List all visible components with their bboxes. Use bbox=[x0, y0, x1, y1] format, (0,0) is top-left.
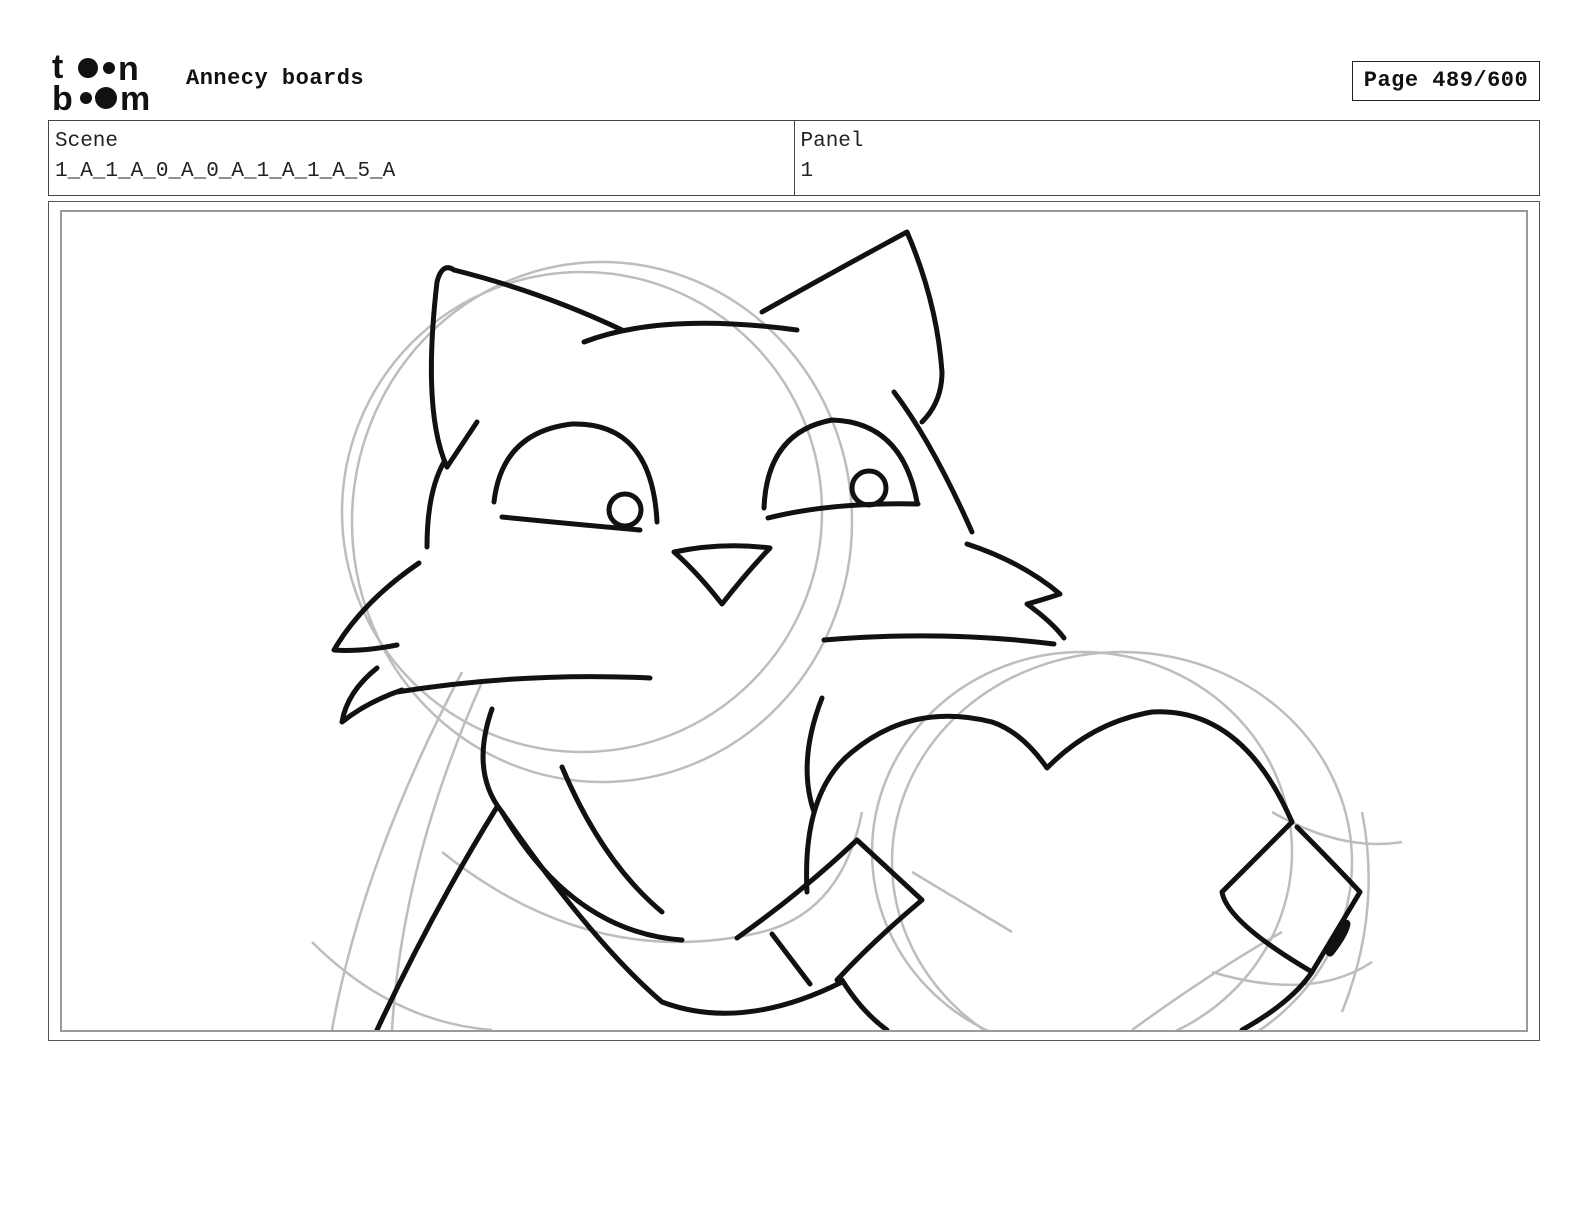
sketch-torso-curve bbox=[441, 811, 864, 944]
right-pupil bbox=[849, 468, 889, 508]
chest-line bbox=[559, 764, 665, 915]
construction-sketch bbox=[311, 260, 1403, 1030]
scene-value: 1_A_1_A_0_A_0_A_1_A_1_A_5_A bbox=[55, 160, 396, 183]
page-indicator: Page 489/600 bbox=[1352, 61, 1540, 101]
right-eye-line bbox=[765, 501, 921, 521]
left-head-side bbox=[424, 459, 447, 550]
sketch-heart-circle-2 bbox=[890, 650, 1354, 1030]
left-eye-lid bbox=[491, 421, 660, 525]
sketch-right-hand-2 bbox=[1211, 960, 1373, 987]
svg-text:b: b bbox=[52, 80, 73, 114]
sketch-arm-curve bbox=[311, 941, 493, 1030]
mouth-line-right bbox=[821, 633, 1057, 647]
right-cheek-fur bbox=[964, 541, 1067, 641]
left-hand-cuff bbox=[769, 931, 813, 987]
left-arm-lower bbox=[839, 977, 890, 1030]
body-left bbox=[374, 804, 500, 1030]
panel-cell: Panel 1 bbox=[793, 121, 1540, 195]
panel-value: 1 bbox=[800, 160, 814, 183]
sketch-heart-circle bbox=[870, 650, 1294, 1030]
ink-lines bbox=[331, 229, 1363, 1030]
left-pupil bbox=[606, 491, 644, 529]
scene-cell: Scene 1_A_1_A_0_A_0_A_1_A_1_A_5_A bbox=[49, 121, 794, 195]
scene-info-table: Scene 1_A_1_A_0_A_0_A_1_A_1_A_5_A Panel … bbox=[48, 120, 1540, 196]
storyboard-panel[interactable] bbox=[60, 210, 1528, 1032]
panel-label: Panel bbox=[800, 130, 864, 153]
left-hand bbox=[734, 837, 925, 983]
scene-label: Scene bbox=[55, 130, 119, 153]
svg-text:m: m bbox=[120, 80, 150, 114]
sketch-hand-line bbox=[911, 870, 1013, 934]
toonboom-logo: t n b m bbox=[52, 48, 164, 118]
lower-arm bbox=[499, 809, 845, 1016]
storyboard-drawing bbox=[311, 229, 1403, 1030]
left-cheek-fur-2 bbox=[339, 665, 405, 725]
nose bbox=[671, 543, 773, 607]
app-title: Annecy boards bbox=[186, 66, 365, 91]
sketch-right-arm-2 bbox=[1131, 930, 1283, 1030]
storyboard-panel-frame bbox=[48, 201, 1540, 1041]
right-eye-lid bbox=[761, 417, 920, 511]
toonboom-logo-mark: t n b m bbox=[52, 48, 150, 118]
mouth-line-left bbox=[394, 674, 653, 695]
left-ear-inner bbox=[444, 419, 480, 470]
sketch-head-circle bbox=[340, 270, 824, 754]
